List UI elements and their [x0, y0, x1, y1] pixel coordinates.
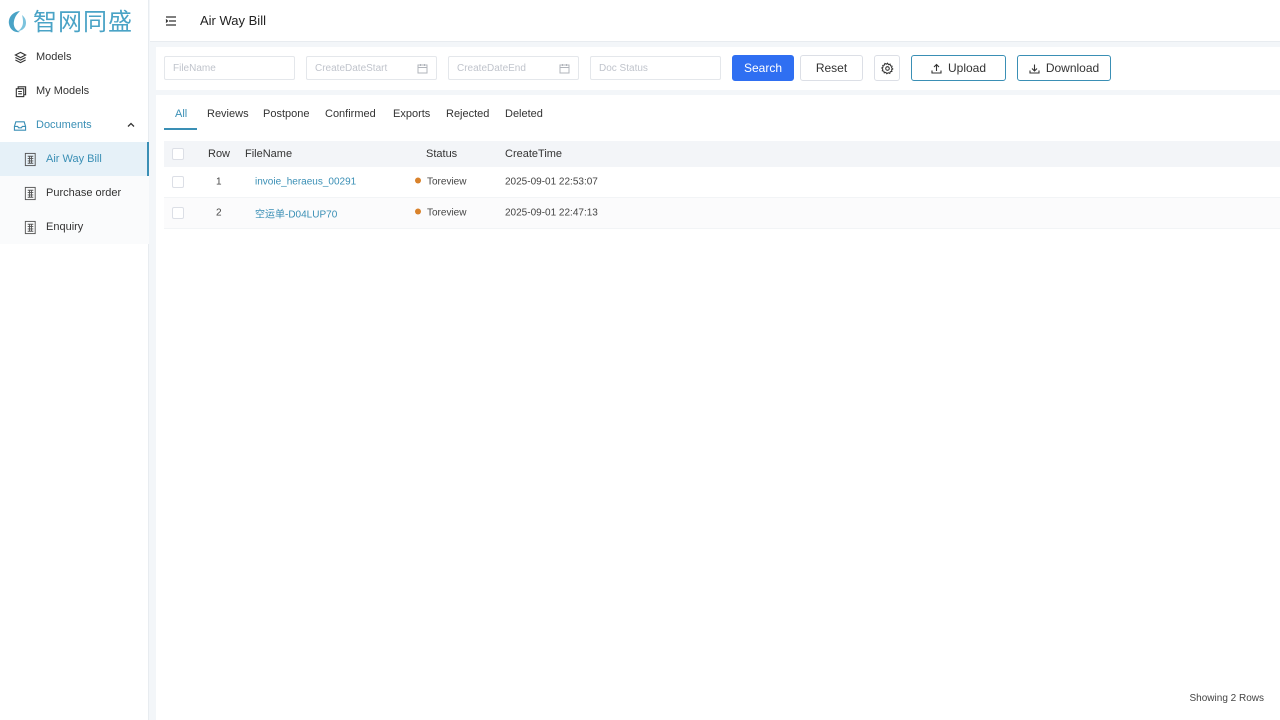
calendar-icon[interactable] — [559, 63, 570, 74]
sidebar-item-label: Documents — [36, 119, 92, 131]
chevron-up-icon[interactable] — [126, 120, 136, 130]
layers-icon — [13, 50, 27, 64]
sidebar-item-models[interactable]: Models — [0, 40, 149, 74]
gear-icon — [880, 61, 894, 75]
active-tab-indicator — [164, 128, 197, 130]
settings-button[interactable] — [874, 55, 900, 81]
row-checkbox[interactable] — [172, 176, 184, 188]
tab-confirmed[interactable]: Confirmed — [325, 108, 376, 120]
sidebar-item-label: Air Way Bill — [46, 153, 102, 165]
row-number: 2 — [216, 207, 222, 219]
status-tabs: All Reviews Postpone Confirmed Exports R… — [164, 95, 1280, 131]
status-dot-icon — [415, 177, 421, 184]
sidebar-item-label: Enquiry — [46, 221, 84, 233]
app-logo[interactable]: 智网同盛 — [6, 6, 133, 38]
create-time: 2025-09-01 22:53:07 — [505, 176, 598, 188]
tab-deleted[interactable]: Deleted — [505, 108, 543, 120]
sidebar-nav: Models My Models Documents Air Way Bill … — [0, 40, 149, 244]
sidebar-item-label: My Models — [36, 85, 90, 97]
calendar-icon[interactable] — [417, 63, 428, 74]
file-name-link[interactable]: invoie_heraeus_00291 — [255, 177, 356, 188]
logo-mark-icon — [8, 11, 26, 33]
download-button-label: Download — [1045, 61, 1100, 75]
create-time: 2025-09-01 22:47:13 — [505, 207, 598, 219]
file-name-link[interactable]: 空运单-D04LUP70 — [255, 206, 337, 221]
documents-table: Row FileName Status CreateTime 1 invoie_… — [164, 141, 1280, 229]
status-text: Toreview — [427, 176, 467, 188]
create-date-start-field — [306, 56, 437, 80]
stack-icon — [13, 84, 27, 98]
documents-submenu: Air Way Bill Purchase order Enquiry — [0, 142, 149, 244]
reset-button[interactable]: Reset — [800, 55, 863, 81]
tab-postpone[interactable]: Postpone — [263, 108, 309, 120]
status-text: Toreview — [427, 207, 467, 219]
table-row[interactable]: 1 invoie_heraeus_00291 Toreview 2025-09-… — [164, 167, 1280, 198]
file-name-field — [164, 56, 295, 80]
sidebar-item-label: Models — [36, 51, 72, 63]
column-header-filename[interactable]: FileName — [245, 148, 292, 160]
inbox-icon — [13, 118, 27, 132]
doc-status-field — [590, 56, 721, 80]
column-header-row: Row — [208, 148, 231, 160]
top-header: Air Way Bill — [150, 0, 1280, 42]
status-dot-icon — [415, 208, 421, 215]
page-title: Air Way Bill — [200, 13, 266, 28]
table-row[interactable]: 2 空运单-D04LUP70 Toreview 2025-09-01 22:47… — [164, 198, 1280, 229]
row-checkbox[interactable] — [172, 207, 184, 219]
column-header-createtime[interactable]: CreateTime — [505, 148, 562, 160]
menu-fold-icon[interactable] — [165, 15, 177, 27]
sidebar: 智网同盛 Models My Models Documents Air Way … — [0, 0, 149, 720]
tab-exports[interactable]: Exports — [393, 108, 430, 120]
search-button-label: Search — [743, 61, 783, 75]
download-button[interactable]: Download — [1017, 55, 1111, 81]
upload-button[interactable]: Upload — [911, 55, 1006, 81]
doc-status-select[interactable] — [591, 57, 720, 79]
document-grid-icon — [22, 219, 38, 235]
sidebar-item-label: Purchase order — [46, 187, 122, 199]
reset-button-label: Reset — [815, 61, 848, 75]
sidebar-item-air-way-bill[interactable]: Air Way Bill — [0, 142, 149, 176]
logo-text: 智网同盛 — [33, 8, 133, 36]
rows-count-info: Showing 2 Rows — [1189, 693, 1264, 704]
create-date-end-field — [448, 56, 579, 80]
sidebar-item-purchase-order[interactable]: Purchase order — [0, 176, 149, 210]
document-grid-icon — [22, 151, 38, 167]
column-header-status[interactable]: Status — [426, 148, 457, 160]
main-content: All Reviews Postpone Confirmed Exports R… — [156, 95, 1280, 720]
sidebar-item-documents[interactable]: Documents — [0, 108, 149, 142]
sidebar-item-enquiry[interactable]: Enquiry — [0, 210, 149, 244]
filter-bar: Search Reset Upload Download — [156, 47, 1280, 90]
status-cell: Toreview — [415, 177, 466, 188]
download-icon — [1029, 64, 1040, 74]
table-header: Row FileName Status CreateTime — [164, 141, 1280, 167]
select-all-checkbox[interactable] — [172, 148, 184, 160]
upload-icon — [931, 63, 942, 74]
row-number: 1 — [216, 176, 222, 188]
upload-button-label: Upload — [947, 61, 987, 75]
search-button[interactable]: Search — [732, 55, 794, 81]
tab-all[interactable]: All — [175, 108, 187, 120]
tab-reviews[interactable]: Reviews — [207, 108, 249, 120]
file-name-input[interactable] — [165, 57, 294, 79]
document-grid-icon — [22, 185, 38, 201]
sidebar-item-my-models[interactable]: My Models — [0, 74, 149, 108]
status-cell: Toreview — [415, 208, 466, 219]
tab-rejected[interactable]: Rejected — [446, 108, 489, 120]
